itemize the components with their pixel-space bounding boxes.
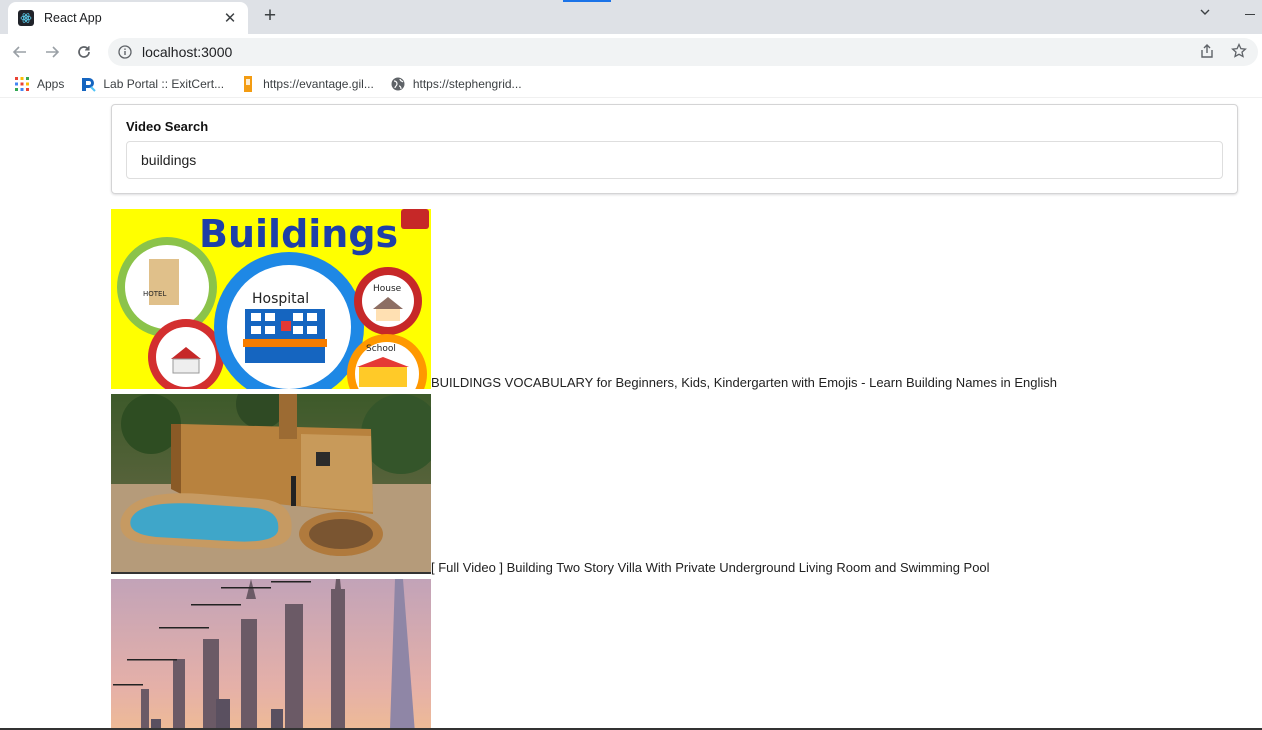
thumb-title-text: Buildings: [199, 212, 398, 256]
search-bar-segment: Video Search: [111, 104, 1238, 194]
bookmarks-bar: Apps Lab Portal :: ExitCert... https://e…: [0, 70, 1262, 98]
search-label: Video Search: [126, 119, 209, 134]
close-tab-icon[interactable]: ✕: [222, 9, 238, 27]
apps-grid-icon: [14, 76, 30, 92]
svg-text:School: School: [366, 344, 396, 354]
share-icon[interactable]: [1199, 43, 1217, 61]
video-list: Buildings HOTEL Hospital House School BU…: [111, 209, 1057, 730]
bookmark-evantage[interactable]: https://evantage.gil...: [240, 75, 374, 92]
address-bar[interactable]: localhost:3000: [108, 38, 1258, 66]
video-thumbnail[interactable]: [111, 579, 431, 730]
bookmark-orange-icon: [240, 75, 256, 92]
chevron-down-icon[interactable]: [1199, 6, 1211, 21]
forward-icon[interactable]: [40, 40, 64, 64]
reload-icon[interactable]: [72, 40, 96, 64]
tab-strip-accent: [563, 0, 611, 2]
bookmark-label: Apps: [37, 76, 65, 91]
tab-title: React App: [44, 11, 102, 25]
svg-text:House: House: [373, 284, 402, 294]
video-thumbnail[interactable]: [111, 394, 431, 574]
info-icon[interactable]: [118, 45, 132, 59]
lab-portal-icon: [80, 76, 97, 92]
browser-tab[interactable]: React App ✕: [8, 2, 248, 34]
video-item[interactable]: [111, 579, 1057, 730]
search-input[interactable]: [126, 141, 1223, 179]
video-title[interactable]: [ Full Video ] Building Two Story Villa …: [431, 560, 990, 575]
video-thumbnail[interactable]: Buildings HOTEL Hospital House School: [111, 209, 431, 389]
page-content: Video Search Buildings HOTEL Hospital: [0, 99, 1262, 730]
globe-icon: [390, 76, 406, 92]
bookmark-stephengrider[interactable]: https://stephengrid...: [390, 76, 522, 92]
browser-toolbar: localhost:3000: [0, 34, 1262, 70]
bookmark-label: https://evantage.gil...: [263, 76, 374, 91]
new-tab-button[interactable]: +: [258, 4, 282, 28]
svg-text:Hospital: Hospital: [252, 291, 309, 307]
tab-strip: React App ✕ +: [0, 0, 1262, 34]
svg-text:HOTEL: HOTEL: [143, 290, 166, 298]
video-title[interactable]: BUILDINGS VOCABULARY for Beginners, Kids…: [431, 375, 1057, 390]
bookmark-lab-portal[interactable]: Lab Portal :: ExitCert...: [80, 76, 224, 92]
bookmark-label: https://stephengrid...: [412, 76, 522, 91]
react-icon: [18, 10, 34, 26]
url-text[interactable]: localhost:3000: [142, 44, 232, 60]
star-icon[interactable]: [1231, 42, 1249, 61]
minimize-icon[interactable]: [1245, 14, 1255, 15]
video-item[interactable]: [ Full Video ] Building Two Story Villa …: [111, 394, 1057, 575]
back-icon[interactable]: [8, 40, 32, 64]
bookmark-label: Lab Portal :: ExitCert...: [103, 76, 225, 91]
video-item[interactable]: Buildings HOTEL Hospital House School BU…: [111, 209, 1057, 390]
bookmark-apps[interactable]: Apps: [14, 76, 64, 92]
